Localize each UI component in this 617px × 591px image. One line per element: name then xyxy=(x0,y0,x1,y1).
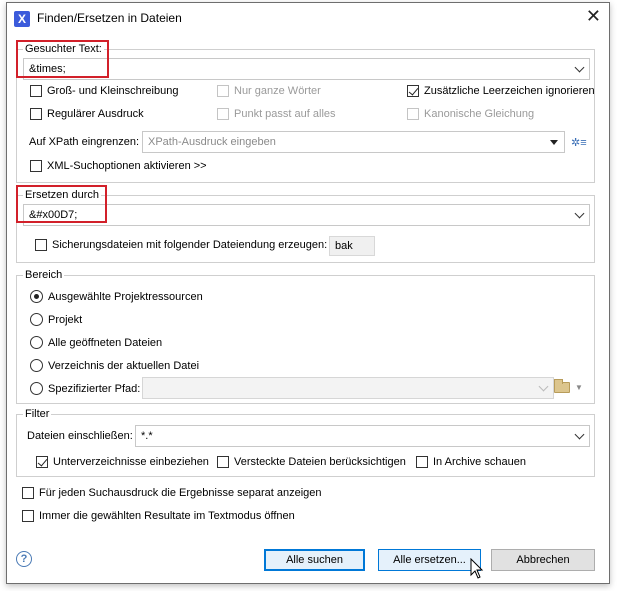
scope-radio-selected-resources[interactable]: Ausgewählte Projektressourcen xyxy=(30,290,203,303)
xpath-options-icon[interactable]: ✲≡ xyxy=(571,136,587,149)
chevron-down-icon[interactable] xyxy=(574,429,585,440)
find-legend: Gesuchter Text: xyxy=(23,42,104,56)
checkbox-box[interactable] xyxy=(30,85,42,97)
backup-extension-field[interactable]: bak xyxy=(329,236,375,256)
help-icon[interactable]: ? xyxy=(16,551,32,567)
find-text-combo[interactable]: &times; xyxy=(23,58,590,80)
checkbox-box[interactable] xyxy=(416,456,428,468)
hidden-files-checkbox[interactable]: Versteckte Dateien berücksichtigen xyxy=(217,456,406,468)
checkbox-box[interactable] xyxy=(30,108,42,120)
include-files-combo[interactable]: *.* xyxy=(135,425,590,447)
radio-button[interactable] xyxy=(30,313,43,326)
dropdown-arrow-icon[interactable] xyxy=(550,140,558,145)
find-all-button[interactable]: Alle suchen xyxy=(264,549,365,571)
regex-checkbox[interactable]: Regulärer Ausdruck xyxy=(30,108,144,120)
checkbox-box[interactable] xyxy=(217,85,229,97)
app-logo-icon: X xyxy=(14,11,30,27)
replace-text-combo[interactable]: &#x00D7; xyxy=(23,204,590,226)
separate-results-checkbox[interactable]: Für jeden Suchausdruck die Ergebnisse se… xyxy=(22,487,322,499)
scope-radio-project[interactable]: Projekt xyxy=(30,313,82,326)
title-bar: X Finden/Ersetzen in Dateien ✕ xyxy=(7,3,609,33)
window-title: Finden/Ersetzen in Dateien xyxy=(37,11,182,25)
cancel-button[interactable]: Abbrechen xyxy=(491,549,595,571)
replace-text-value: &#x00D7; xyxy=(29,209,78,221)
caret-down-icon[interactable]: ▼ xyxy=(575,383,583,392)
scope-radio-open-files[interactable]: Alle geöffneten Dateien xyxy=(30,336,162,349)
close-icon[interactable]: ✕ xyxy=(586,6,601,26)
radio-button[interactable] xyxy=(30,382,43,395)
checkbox-box[interactable] xyxy=(217,108,229,120)
replace-legend: Ersetzen durch xyxy=(23,188,101,202)
xml-options-checkbox[interactable]: XML-Suchoptionen aktivieren >> xyxy=(30,160,207,172)
dot-all-checkbox[interactable]: Punkt passt auf alles xyxy=(217,108,336,120)
radio-button[interactable] xyxy=(30,290,43,303)
chevron-down-icon[interactable] xyxy=(538,381,549,392)
mouse-pointer-icon xyxy=(470,558,484,579)
whole-words-checkbox[interactable]: Nur ganze Wörter xyxy=(217,85,321,97)
checkbox-box[interactable] xyxy=(22,487,34,499)
canonical-checkbox[interactable]: Kanonische Gleichung xyxy=(407,108,534,120)
include-files-label: Dateien einschließen: xyxy=(27,430,133,442)
folder-icon[interactable] xyxy=(554,379,570,393)
xpath-label: Auf XPath eingrenzen: xyxy=(29,136,140,148)
backup-checkbox[interactable]: Sicherungsdateien mit folgender Dateiend… xyxy=(35,239,327,251)
chevron-down-icon[interactable] xyxy=(574,208,585,219)
case-sensitive-checkbox[interactable]: Groß- und Kleinschreibung xyxy=(30,85,178,97)
checkbox-box[interactable] xyxy=(30,160,42,172)
scope-radio-current-dir[interactable]: Verzeichnis der aktuellen Datei xyxy=(30,359,199,372)
scope-legend: Bereich xyxy=(23,268,65,282)
recurse-checkbox[interactable]: Unterverzeichnisse einbeziehen xyxy=(36,456,209,468)
archives-checkbox[interactable]: In Archive schauen xyxy=(416,456,526,468)
text-mode-checkbox[interactable]: Immer die gewählten Resultate im Textmod… xyxy=(22,510,295,522)
scope-radio-specified-path[interactable]: Spezifizierter Pfad: xyxy=(30,382,140,395)
ignore-whitespace-checkbox[interactable]: Zusätzliche Leerzeichen ignorieren xyxy=(407,85,595,97)
checkbox-box[interactable] xyxy=(407,85,419,97)
find-text-value: &times; xyxy=(29,63,66,75)
xpath-combo[interactable]: XPath-Ausdruck eingeben xyxy=(142,131,565,153)
radio-button[interactable] xyxy=(30,336,43,349)
chevron-down-icon[interactable] xyxy=(574,62,585,73)
checkbox-box[interactable] xyxy=(217,456,229,468)
checkbox-box[interactable] xyxy=(35,239,47,251)
path-combo[interactable] xyxy=(142,377,554,399)
replace-all-button[interactable]: Alle ersetzen... xyxy=(378,549,481,571)
radio-button[interactable] xyxy=(30,359,43,372)
checkbox-box[interactable] xyxy=(36,456,48,468)
checkbox-box[interactable] xyxy=(22,510,34,522)
checkbox-box[interactable] xyxy=(407,108,419,120)
filter-legend: Filter xyxy=(23,407,52,421)
